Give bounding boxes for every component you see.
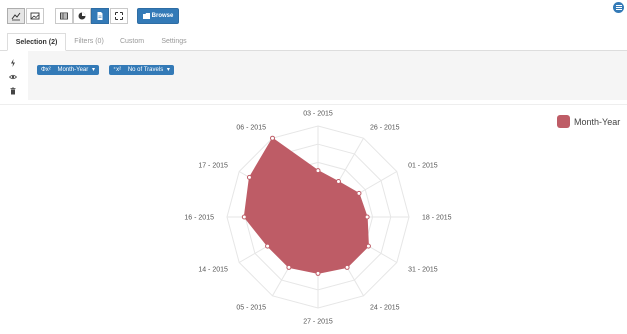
hamburger-icon (615, 5, 622, 10)
radar-chart: 03 - 2015 26 - 2015 01 - 2015 18 - 2015 31 -… (184, 111, 452, 326)
tab-selection[interactable]: Selection (2) (7, 33, 66, 51)
eye-icon[interactable] (9, 73, 17, 81)
toolbar: Browse (0, 0, 627, 32)
data-point[interactable] (265, 243, 271, 249)
folder-icon (142, 13, 150, 19)
image-icon (30, 12, 40, 20)
trash-icon[interactable] (9, 87, 17, 95)
pie-chart-icon (78, 12, 86, 20)
pill-label: No of Travels (127, 67, 164, 73)
document-icon (97, 12, 103, 20)
caret-down-icon: ▾ (166, 67, 170, 73)
caret-down-icon: ▾ (91, 67, 95, 73)
category-label: 17 - 2015 (198, 163, 228, 170)
tab-custom[interactable]: Custom (114, 33, 150, 50)
category-label: 24 - 2015 (370, 305, 400, 312)
menu-button[interactable] (613, 2, 624, 13)
browse-label: Browse (151, 13, 174, 19)
bolt-icon[interactable] (9, 59, 17, 67)
data-point[interactable] (241, 214, 247, 220)
data-point[interactable] (365, 243, 371, 249)
data-point[interactable] (246, 174, 252, 180)
expand-icon (115, 12, 123, 20)
category-label: 06 - 2015 (236, 124, 266, 131)
tab-filters[interactable]: Filters (0) (70, 33, 108, 50)
category-label: 26 - 2015 (370, 124, 400, 131)
series-area-month-year (243, 137, 369, 274)
category-label: 01 - 2015 (408, 163, 438, 170)
document-button[interactable] (91, 8, 109, 24)
legend-swatch (557, 115, 570, 128)
selection-drop-area: Φx² Month-Year ▾ ⁺x² No of Travels ▾ (28, 51, 627, 100)
pill-label: Month-Year (57, 67, 89, 73)
line-chart-button[interactable] (7, 8, 25, 24)
category-label: 18 - 2015 (422, 215, 452, 222)
data-point[interactable] (315, 270, 321, 276)
legend-label: Month-Year (574, 116, 621, 127)
pill-month-year[interactable]: Φx² Month-Year ▾ (37, 65, 99, 75)
pill-measure-icon: ⁺x² (113, 67, 122, 73)
tab-settings[interactable]: Settings (156, 33, 192, 50)
data-point[interactable] (286, 264, 292, 270)
category-label: 14 - 2015 (198, 267, 228, 274)
table-icon (60, 12, 68, 20)
data-point[interactable] (344, 264, 350, 270)
expand-button[interactable] (110, 8, 128, 24)
legend-item[interactable]: Month-Year (557, 115, 620, 128)
tab-bar: Selection (2) Filters (0) Custom Setting… (0, 33, 627, 51)
category-label: 27 - 2015 (303, 319, 333, 326)
category-label: 31 - 2015 (408, 267, 438, 274)
data-point[interactable] (356, 190, 362, 196)
pill-no-of-travels[interactable]: ⁺x² No of Travels ▾ (109, 65, 174, 75)
line-chart-icon (11, 12, 21, 21)
data-point[interactable] (270, 135, 275, 141)
data-point[interactable] (335, 179, 341, 185)
category-label: 03 - 2015 (303, 111, 333, 118)
category-label: 16 - 2015 (184, 215, 214, 222)
table-button[interactable] (55, 8, 73, 24)
browse-button[interactable]: Browse (137, 8, 179, 24)
pie-chart-button[interactable] (73, 8, 91, 24)
category-label: 05 - 2015 (236, 305, 266, 312)
selection-panel: Φx² Month-Year ▾ ⁺x² No of Travels ▾ (0, 51, 627, 101)
data-point[interactable] (315, 168, 321, 174)
pill-dimension-icon: Φx² (41, 67, 51, 73)
image-button[interactable] (26, 8, 44, 24)
selection-side-bar (0, 51, 28, 101)
data-point[interactable] (364, 214, 370, 220)
